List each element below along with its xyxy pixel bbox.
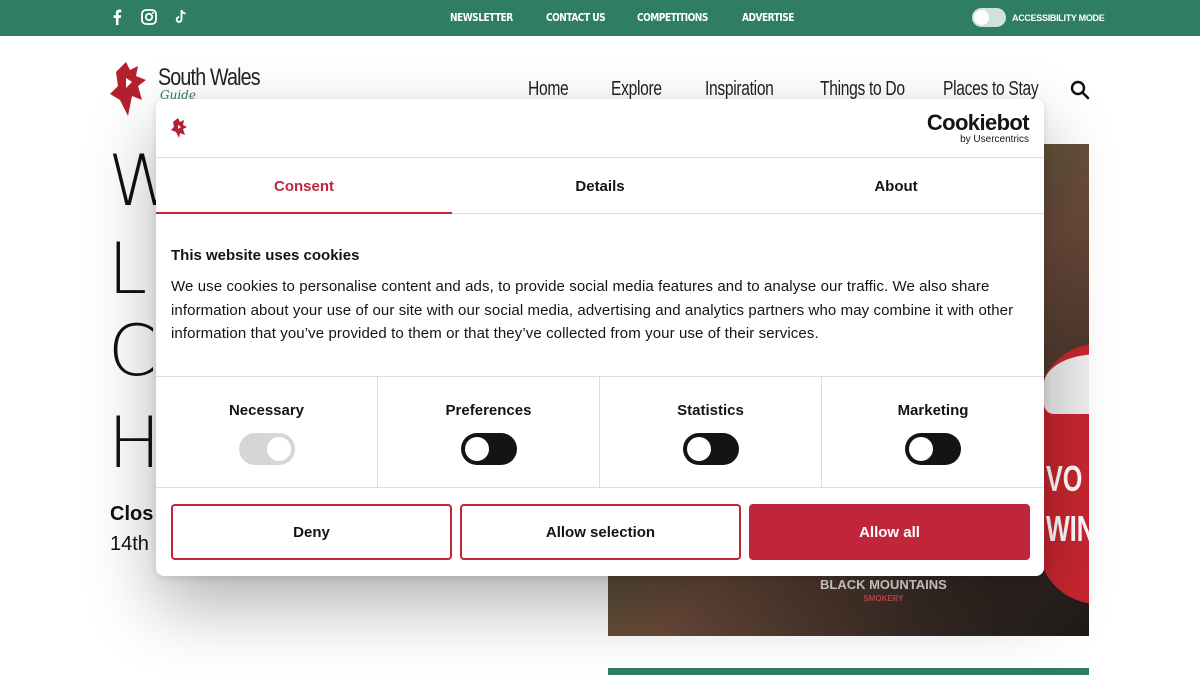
category-label: Necessary: [228, 402, 305, 419]
marketing-toggle[interactable]: [905, 433, 961, 465]
category-label: Statistics: [677, 402, 744, 419]
photo-brand-name: BLACK MOUNTAINS: [820, 577, 947, 592]
advertise-link[interactable]: ADVERTISE: [742, 11, 794, 24]
nav-inspiration[interactable]: Inspiration: [705, 78, 774, 101]
category-label: Preferences: [445, 402, 532, 419]
competitions-link[interactable]: COMPETITIONS: [637, 11, 708, 24]
necessary-toggle: [239, 433, 295, 465]
closing-label: Clos: [110, 503, 154, 525]
cookie-consent-dialog: Cookiebot by Usercentrics Consent Detail…: [156, 99, 1044, 576]
instagram-icon[interactable]: [140, 8, 158, 26]
tab-about[interactable]: About: [748, 159, 1044, 213]
tab-details[interactable]: Details: [452, 159, 748, 213]
photo-white-label: [1044, 354, 1089, 414]
facebook-icon[interactable]: [108, 8, 126, 26]
cookiebot-logo[interactable]: Cookiebot by Usercentrics: [926, 110, 1030, 146]
accessibility-label: ACCESSIBILITY MODE: [1012, 12, 1105, 23]
deny-button[interactable]: Deny: [171, 504, 452, 560]
nav-places-to-stay[interactable]: Places to Stay: [943, 78, 1039, 101]
category-statistics: Statistics: [600, 377, 822, 487]
top-links: NEWSLETTER CONTACT US COMPETITIONS ADVER…: [450, 11, 805, 24]
social-links: [108, 8, 190, 26]
consent-categories: Necessary Preferences Statistics Marketi…: [156, 376, 1044, 488]
photo-sign-text: VO WIN: [1046, 454, 1089, 554]
accessibility-toggle[interactable]: [972, 8, 1006, 27]
category-necessary: Necessary: [156, 377, 378, 487]
accessibility-mode: ACCESSIBILITY MODE: [972, 8, 1105, 27]
dialog-header: Cookiebot by Usercentrics: [156, 99, 1044, 158]
allow-all-button[interactable]: Allow all: [749, 504, 1030, 560]
nav-explore[interactable]: Explore: [611, 78, 662, 101]
search-icon[interactable]: [1070, 80, 1090, 100]
nav-home[interactable]: Home: [528, 78, 569, 101]
tiktok-icon[interactable]: [172, 8, 190, 26]
category-preferences: Preferences: [378, 377, 600, 487]
dialog-tabs: Consent Details About: [156, 159, 1044, 214]
photo-brand-sub: SMOKERY: [863, 594, 904, 603]
dragon-logo-icon: [110, 62, 146, 116]
photo-text-line: WIN: [1046, 508, 1089, 549]
top-bar: NEWSLETTER CONTACT US COMPETITIONS ADVER…: [0, 0, 1200, 36]
green-band: [608, 668, 1089, 675]
contact-us-link[interactable]: CONTACT US: [546, 11, 606, 24]
closing-date: 14th: [110, 533, 149, 555]
cookiebot-name: Cookiebot: [926, 110, 1030, 135]
dialog-description: We use cookies to personalise content an…: [171, 278, 1014, 342]
photo-text-line: VO: [1046, 458, 1083, 499]
category-marketing: Marketing: [822, 377, 1044, 487]
category-label: Marketing: [897, 402, 969, 419]
newsletter-link[interactable]: NEWSLETTER: [450, 11, 513, 24]
tab-consent[interactable]: Consent: [156, 159, 452, 214]
allow-selection-button[interactable]: Allow selection: [460, 504, 741, 560]
statistics-toggle[interactable]: [683, 433, 739, 465]
dialog-title: This website uses cookies: [171, 247, 360, 264]
nav-things-to-do[interactable]: Things to Do: [820, 78, 905, 101]
photo-brand: BLACK MOUNTAINS SMOKERY: [820, 578, 947, 606]
preferences-toggle[interactable]: [461, 433, 517, 465]
hero-letter: L: [108, 228, 147, 310]
cookiebot-subtitle: by Usercentrics: [960, 134, 1029, 145]
site-logo-icon: [171, 118, 187, 138]
hero-letter: C: [108, 310, 157, 392]
